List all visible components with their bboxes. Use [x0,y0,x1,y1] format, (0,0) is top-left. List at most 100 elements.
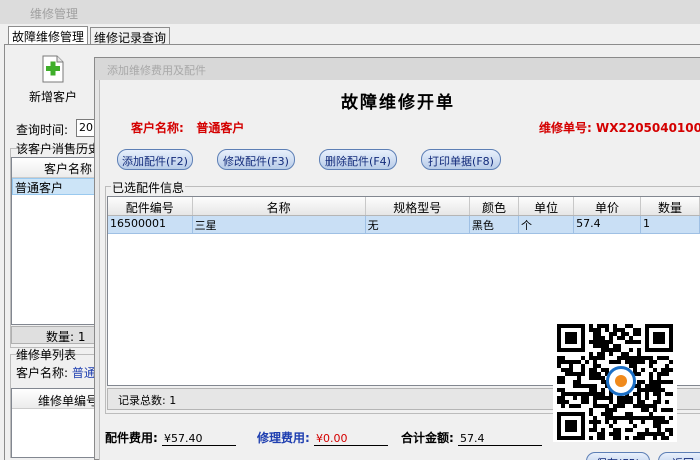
tab-repair-records[interactable]: 维修记录查询 [90,27,171,45]
customer-name-column-header[interactable]: 客户名称 [12,158,98,178]
column-header-part-number[interactable]: 配件编号 [108,197,193,215]
qr-module [569,364,573,368]
qr-module [621,400,625,404]
qr-module [593,364,597,368]
qr-module [653,408,657,412]
column-header-unit[interactable]: 单位 [519,197,575,215]
column-header-name[interactable]: 名称 [193,197,366,215]
customer-history-list[interactable]: 客户名称 普通客户 [11,157,99,325]
qr-module [601,376,605,380]
parts-fee-value[interactable]: ¥57.40 [162,432,236,446]
qr-module [637,328,641,332]
qr-module [589,384,593,388]
qr-module [597,356,601,360]
delete-part-button[interactable]: 删除配件(F4) [319,149,397,170]
repair-order-list[interactable]: 维修单编号 [11,388,99,458]
qr-module [581,364,585,368]
qr-module [621,416,625,420]
qr-module [593,388,597,392]
qr-module [589,420,593,424]
qr-module [637,432,641,436]
qr-finder [565,332,577,344]
repair-order-number-column-header[interactable]: 维修单编号 [12,389,98,409]
parts-table-header: 配件编号 名称 规格型号 颜色 单位 单价 数量 [108,197,700,216]
column-header-quantity[interactable]: 数量 [641,197,700,215]
qr-module [665,364,669,368]
qr-module [657,396,661,400]
qr-module [629,412,633,416]
add-part-button[interactable]: 添加配件(F2) [117,149,193,170]
print-receipt-button[interactable]: 打印单据(F8) [421,149,501,170]
tab-fault-repair[interactable]: 故障维修管理 [8,26,89,44]
qr-module [577,384,581,388]
qr-module [605,420,609,424]
qr-module [569,392,573,396]
back-button[interactable]: 返回 [658,452,700,460]
column-header-price[interactable]: 单价 [574,197,641,215]
qr-module [593,372,597,376]
qr-module [605,412,609,416]
new-customer-label: 新增客户 [28,90,77,104]
qr-module [609,360,613,364]
qr-module [661,380,665,384]
qr-module [601,396,605,400]
cell-color: 黑色 [470,216,520,233]
qr-module [569,360,573,364]
qr-module [661,408,665,412]
column-header-spec[interactable]: 规格型号 [366,197,470,215]
qr-module [641,408,645,412]
qr-module [589,376,593,380]
qr-module [653,432,657,436]
qr-module [617,356,621,360]
qr-module [641,360,645,364]
qr-module [637,360,641,364]
qr-module [605,324,609,328]
qr-module [577,380,581,384]
qr-module [565,400,569,404]
qr-module [629,348,633,352]
qr-module [649,412,653,416]
qr-module [601,340,605,344]
qr-module [613,416,617,420]
qr-module [577,404,581,408]
qr-module [657,424,661,428]
list-item[interactable]: 普通客户 [12,178,98,195]
qr-module [661,420,665,424]
qr-module [613,348,617,352]
qr-module [665,408,669,412]
qr-module [609,412,613,416]
qr-module [653,368,657,372]
qr-module [573,372,577,376]
qr-module [669,392,673,396]
table-row[interactable]: 16500001 三星 无 黑色 个 57.4 1 [108,216,700,234]
total-amount-value: 57.4 [458,432,542,446]
qr-module [593,376,597,380]
save-button[interactable]: 保存(F5) [586,452,650,460]
qr-module [661,356,665,360]
qr-module [589,352,593,356]
qr-module [645,432,649,436]
repair-fee-value[interactable]: ¥0.00 [314,432,388,446]
edit-part-button[interactable]: 修改配件(F3) [217,149,295,170]
qr-module [593,420,597,424]
qr-module [637,404,641,408]
qr-module [605,328,609,332]
qr-module [657,384,661,388]
qr-module [613,408,617,412]
qr-module [669,428,673,432]
qr-module [585,384,589,388]
qr-module [581,400,585,404]
new-customer-button[interactable]: 新增客户 [26,54,80,105]
qr-module [649,376,653,380]
qr-module [641,436,645,440]
qr-module [633,416,637,420]
qr-module [629,420,633,424]
qr-module [657,432,661,436]
qr-module [637,388,641,392]
query-time-input[interactable]: 20 [76,119,96,137]
qr-module [609,424,613,428]
qr-module [601,404,605,408]
qr-module [613,324,617,328]
column-header-color[interactable]: 颜色 [470,197,520,215]
qr-module [589,372,593,376]
